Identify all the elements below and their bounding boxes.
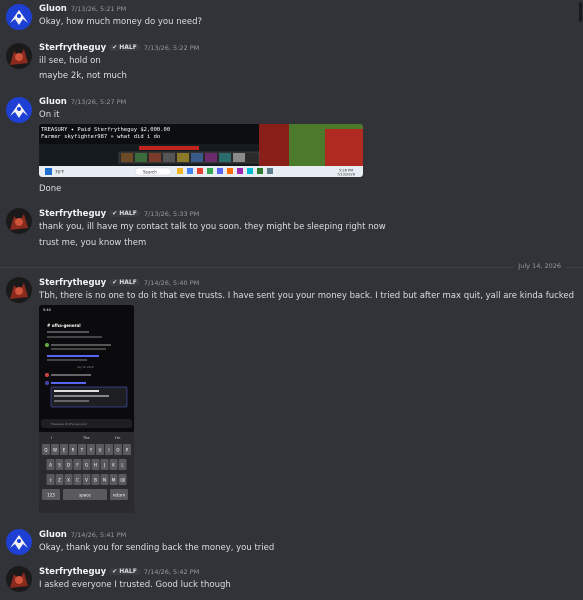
message-text: I asked everyone I trusted. Good luck th… (39, 580, 231, 590)
avatar[interactable] (6, 208, 32, 234)
keyboard-key-label: N (103, 478, 106, 483)
message-text: thank you, ill have my contact talk to y… (39, 222, 386, 232)
message-text: Tbh, there is no one to do it that eve t… (39, 291, 575, 301)
keyboard-key-label: O (116, 448, 119, 453)
username[interactable]: Gluon (39, 4, 67, 14)
keyboard-key-label: B (94, 478, 97, 483)
keyboard-key-label: Z (58, 478, 61, 483)
keyboard-key-label: ⇧ (49, 478, 52, 483)
keyboard-key-label: J (103, 463, 105, 468)
timestamp: 7/14/26, 5:41 PM (70, 531, 127, 539)
message-header: Gluon 7/14/26, 5:41 PM (39, 530, 126, 540)
username[interactable]: Sterfrytheguy (39, 209, 106, 219)
keyboard-key-label: K (112, 463, 115, 468)
keyboard-key-label: 123 (47, 493, 55, 498)
timestamp: 7/13/26, 5:22 PM (143, 44, 200, 52)
message-header: Sterfrytheguy ✔ HALF 7/14/26, 5:40 PM (39, 278, 199, 288)
date-divider-label: July 14, 2026 (514, 262, 565, 270)
keyboard-key-label: space (79, 493, 91, 498)
keyboard-key-label: X (67, 478, 70, 483)
keyboard-key-label: S (58, 463, 61, 468)
timestamp: 7/13/26, 5:33 PM (143, 210, 200, 218)
keyboard-key-label: R (72, 448, 75, 453)
keyboard-key-label: I (108, 448, 109, 453)
avatar[interactable] (6, 97, 32, 123)
image-attachment-game-screenshot[interactable]: TREASURY ✦ Paid Sterfrytheguy $2,000.00 … (39, 124, 363, 177)
keyboard-key-label: M (112, 478, 116, 483)
keyboard-key-label: D (67, 463, 70, 468)
timestamp: 7/13/26, 5:27 PM (70, 98, 127, 106)
message-header: Sterfrytheguy ✔ HALF 7/13/26, 5:22 PM (39, 43, 199, 53)
phone-message-input: Message #ofha-general (51, 422, 87, 426)
half-tag-badge: ✔ HALF (109, 210, 140, 217)
message-text: Done (39, 184, 62, 194)
avatar[interactable] (6, 277, 32, 303)
avatar[interactable] (6, 4, 32, 30)
avatar[interactable] (6, 529, 32, 555)
tag-label: HALF (119, 279, 137, 286)
suggestion: The (82, 436, 90, 440)
keyboard-key-label: W (53, 448, 57, 453)
date-divider: July 14, 2026 (0, 262, 583, 270)
keyboard-key-label: U (99, 448, 102, 453)
keyboard-key-label: Y (89, 448, 93, 453)
game-chat-line: TREASURY ✦ Paid Sterfrytheguy $2,000.00 (41, 127, 170, 133)
username[interactable]: Sterfrytheguy (39, 43, 106, 53)
message-text: ill see, hold on (39, 56, 101, 66)
avatar[interactable] (6, 43, 32, 69)
half-tag-badge: ✔ HALF (109, 568, 140, 575)
keyboard-key-label: T (80, 448, 84, 453)
keyboard-key-label: V (85, 478, 88, 483)
avatar[interactable] (6, 566, 32, 592)
message-header: Gluon 7/13/26, 5:21 PM (39, 4, 126, 14)
half-tag-badge: ✔ HALF (109, 279, 140, 286)
keyboard-key-label: G (85, 463, 88, 468)
phone-date-divider: July 14, 2026 (76, 365, 94, 369)
username[interactable]: Sterfrytheguy (39, 278, 106, 288)
half-tag-badge: ✔ HALF (109, 44, 140, 51)
tag-label: HALF (119, 568, 137, 575)
suggestion: I'm (115, 436, 121, 440)
keyboard-key-label: C (76, 478, 79, 483)
keyboard-key-label: return (113, 493, 126, 498)
image-attachment-phone-screenshot[interactable]: 5:40 # ofha-general July 14, 2026 Messag… (39, 305, 134, 513)
tag-label: HALF (119, 210, 137, 217)
timestamp: 7/14/26, 5:40 PM (143, 279, 200, 287)
message-header: Sterfrytheguy ✔ HALF 7/14/26, 5:42 PM (39, 567, 199, 577)
message-text: Okay, how much money do you need? (39, 17, 202, 27)
timestamp: 7/14/26, 5:42 PM (143, 568, 200, 576)
username[interactable]: Gluon (39, 530, 67, 540)
taskbar-search: Search (143, 170, 157, 175)
timestamp: 7/13/26, 5:21 PM (70, 5, 127, 13)
tag-label: HALF (119, 44, 137, 51)
keyboard-key-label: H (94, 463, 97, 468)
message-header: Sterfrytheguy ✔ HALF 7/13/26, 5:33 PM (39, 209, 199, 219)
game-chat-line: Farmer skyfighter987 » what did i do (41, 134, 160, 140)
message-text: Okay, thank you for sending back the mon… (39, 543, 275, 553)
weather-text: 76°F (55, 170, 65, 175)
taskbar-date: 7/13/2026 (337, 173, 355, 177)
keyboard-key-label: ⌫ (120, 478, 126, 483)
message-text: On it (39, 110, 60, 120)
username[interactable]: Gluon (39, 97, 67, 107)
message-header: Gluon 7/13/26, 5:27 PM (39, 97, 126, 107)
suggestion: I (51, 436, 52, 440)
message-text: maybe 2k, not much (39, 71, 127, 81)
keyboard-key-label: Q (44, 448, 47, 453)
phone-status-time: 5:40 (43, 308, 51, 312)
message-text: trust me, you know them (39, 238, 147, 248)
scrollbar-thumb[interactable] (579, 2, 582, 22)
username[interactable]: Sterfrytheguy (39, 567, 106, 577)
keyboard-key-label: A (49, 463, 52, 468)
phone-channel-name: # ofha-general (47, 323, 81, 328)
